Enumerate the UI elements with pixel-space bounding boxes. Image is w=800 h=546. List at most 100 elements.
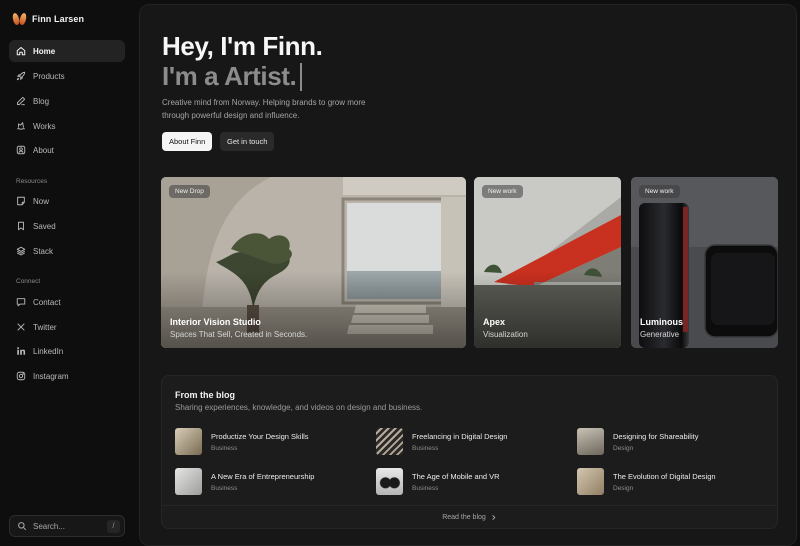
sidebar-item-label: Contact <box>33 297 61 307</box>
blog-post[interactable]: Productize Your Design Skills Business <box>175 428 309 455</box>
x-icon <box>16 322 26 332</box>
post-text: The Evolution of Digital Design Design <box>613 472 716 492</box>
main-panel: Hey, I'm Finn. I'm a Artist. Creative mi… <box>139 4 797 546</box>
card-badge: New Drop <box>169 185 210 198</box>
post-title: Productize Your Design Skills <box>211 431 309 441</box>
post-text: Freelancing in Digital Design Business <box>412 432 507 452</box>
post-text: Productize Your Design Skills Business <box>211 432 309 452</box>
post-text: Designing for Shareability Design <box>613 432 698 452</box>
sidebar-item-contact[interactable]: Contact <box>9 291 125 313</box>
sidebar: Finn Larsen Home Products Blog Works Abo… <box>0 0 138 546</box>
hero-title: Hey, I'm Finn. <box>162 31 323 61</box>
pen-icon <box>16 96 26 106</box>
get-in-touch-button[interactable]: Get in touch <box>220 132 275 151</box>
chevron-right-icon <box>490 514 497 523</box>
sidebar-item-blog[interactable]: Blog <box>9 90 125 112</box>
text-cursor <box>300 62 302 91</box>
card-badge: New work <box>482 185 523 198</box>
work-card-luminous[interactable]: New work Luminous Generative <box>631 177 778 348</box>
post-thumbnail <box>376 428 403 455</box>
hero-description: Creative mind from Norway. Helping brand… <box>162 98 366 120</box>
blog-post[interactable]: The Age of Mobile and VR Business <box>376 468 500 495</box>
brand[interactable]: Finn Larsen <box>11 12 85 26</box>
post-category: Design <box>613 484 634 492</box>
blog-subtitle: Sharing experiences, knowledge, and vide… <box>175 403 423 412</box>
works-icon <box>16 121 26 131</box>
sidebar-item-label: Saved <box>33 221 56 231</box>
post-thumbnail <box>376 468 403 495</box>
brand-logo-icon <box>11 12 28 26</box>
post-category: Business <box>211 444 238 452</box>
post-category: Business <box>412 444 439 452</box>
post-title: Freelancing in Digital Design <box>412 431 508 441</box>
sidebar-item-stack[interactable]: Stack <box>9 240 125 262</box>
post-category: Business <box>211 484 238 492</box>
search-input[interactable]: Search... / <box>9 515 125 537</box>
sidebar-item-works[interactable]: Works <box>9 115 125 137</box>
sidebar-item-twitter[interactable]: Twitter <box>9 316 125 338</box>
sidebar-item-label: Now <box>33 196 50 206</box>
work-card-apex[interactable]: New work Apex Visualization <box>474 177 621 348</box>
read-more-label: Read the blog <box>442 514 486 521</box>
post-thumbnail <box>175 428 202 455</box>
card-badge: New work <box>639 185 680 198</box>
sidebar-item-label: Works <box>33 121 56 131</box>
blog-post[interactable]: A New Era of Entrepreneurship Business <box>175 468 314 495</box>
sidebar-item-saved[interactable]: Saved <box>9 215 125 237</box>
post-category: Design <box>613 444 634 452</box>
sidebar-item-label: About <box>33 145 54 155</box>
section-label-resources: Resources <box>16 178 48 185</box>
layers-icon <box>16 246 26 256</box>
card-subtitle: Spaces That Sell, Created in Seconds. <box>170 330 308 339</box>
sidebar-item-label: Twitter <box>33 322 57 332</box>
sidebar-item-about[interactable]: About <box>9 139 125 161</box>
blog-title: From the blog <box>175 390 235 400</box>
post-text: A New Era of Entrepreneurship Business <box>211 472 314 492</box>
post-text: The Age of Mobile and VR Business <box>412 472 500 492</box>
post-title: The Evolution of Digital Design <box>613 471 716 481</box>
post-category: Business <box>412 484 439 492</box>
card-subtitle: Generative <box>640 330 680 339</box>
sidebar-item-now[interactable]: Now <box>9 190 125 212</box>
work-card-interior-vision-studio[interactable]: New Drop Interior Vision Studio Spaces T… <box>161 177 466 348</box>
card-title: Luminous <box>640 317 683 327</box>
linkedin-icon <box>16 346 26 356</box>
card-title: Apex <box>483 317 506 327</box>
rocket-icon <box>16 71 26 81</box>
section-label-connect: Connect <box>16 278 41 285</box>
card-subtitle: Visualization <box>483 330 528 339</box>
user-square-icon <box>16 145 26 155</box>
search-placeholder: Search... <box>33 521 66 531</box>
about-button[interactable]: About Finn <box>162 132 213 151</box>
read-the-blog-link[interactable]: Read the blog <box>162 514 777 523</box>
blog-section: From the blog Sharing experiences, knowl… <box>161 375 778 529</box>
bookmark-icon <box>16 221 26 231</box>
sidebar-item-label: Home <box>33 46 56 56</box>
sidebar-item-label: Blog <box>33 96 50 106</box>
blog-divider <box>162 505 777 506</box>
search-shortcut: / <box>107 520 120 533</box>
sidebar-item-label: Instagram <box>33 371 69 381</box>
hero-subtitle-text: I'm a Artist. <box>162 61 297 91</box>
home-icon <box>16 46 26 56</box>
hero-subtitle: I'm a Artist. <box>162 61 302 92</box>
card-title: Interior Vision Studio <box>170 317 261 327</box>
sidebar-item-linkedin[interactable]: LinkedIn <box>9 340 125 362</box>
sidebar-item-home[interactable]: Home <box>9 40 125 62</box>
sidebar-item-label: Stack <box>33 246 54 256</box>
instagram-icon <box>16 371 26 381</box>
post-thumbnail <box>577 428 604 455</box>
post-thumbnail <box>577 468 604 495</box>
brand-name: Finn Larsen <box>32 14 85 24</box>
sidebar-item-instagram[interactable]: Instagram <box>9 365 125 387</box>
post-title: A New Era of Entrepreneurship <box>211 471 315 481</box>
chat-icon <box>16 297 26 307</box>
sidebar-item-products[interactable]: Products <box>9 65 125 87</box>
note-icon <box>16 196 26 206</box>
post-title: The Age of Mobile and VR <box>412 471 500 481</box>
post-thumbnail <box>175 468 202 495</box>
blog-post[interactable]: Freelancing in Digital Design Business <box>376 428 507 455</box>
blog-post[interactable]: The Evolution of Digital Design Design <box>577 468 716 495</box>
blog-post[interactable]: Designing for Shareability Design <box>577 428 698 455</box>
search-icon <box>17 521 27 531</box>
